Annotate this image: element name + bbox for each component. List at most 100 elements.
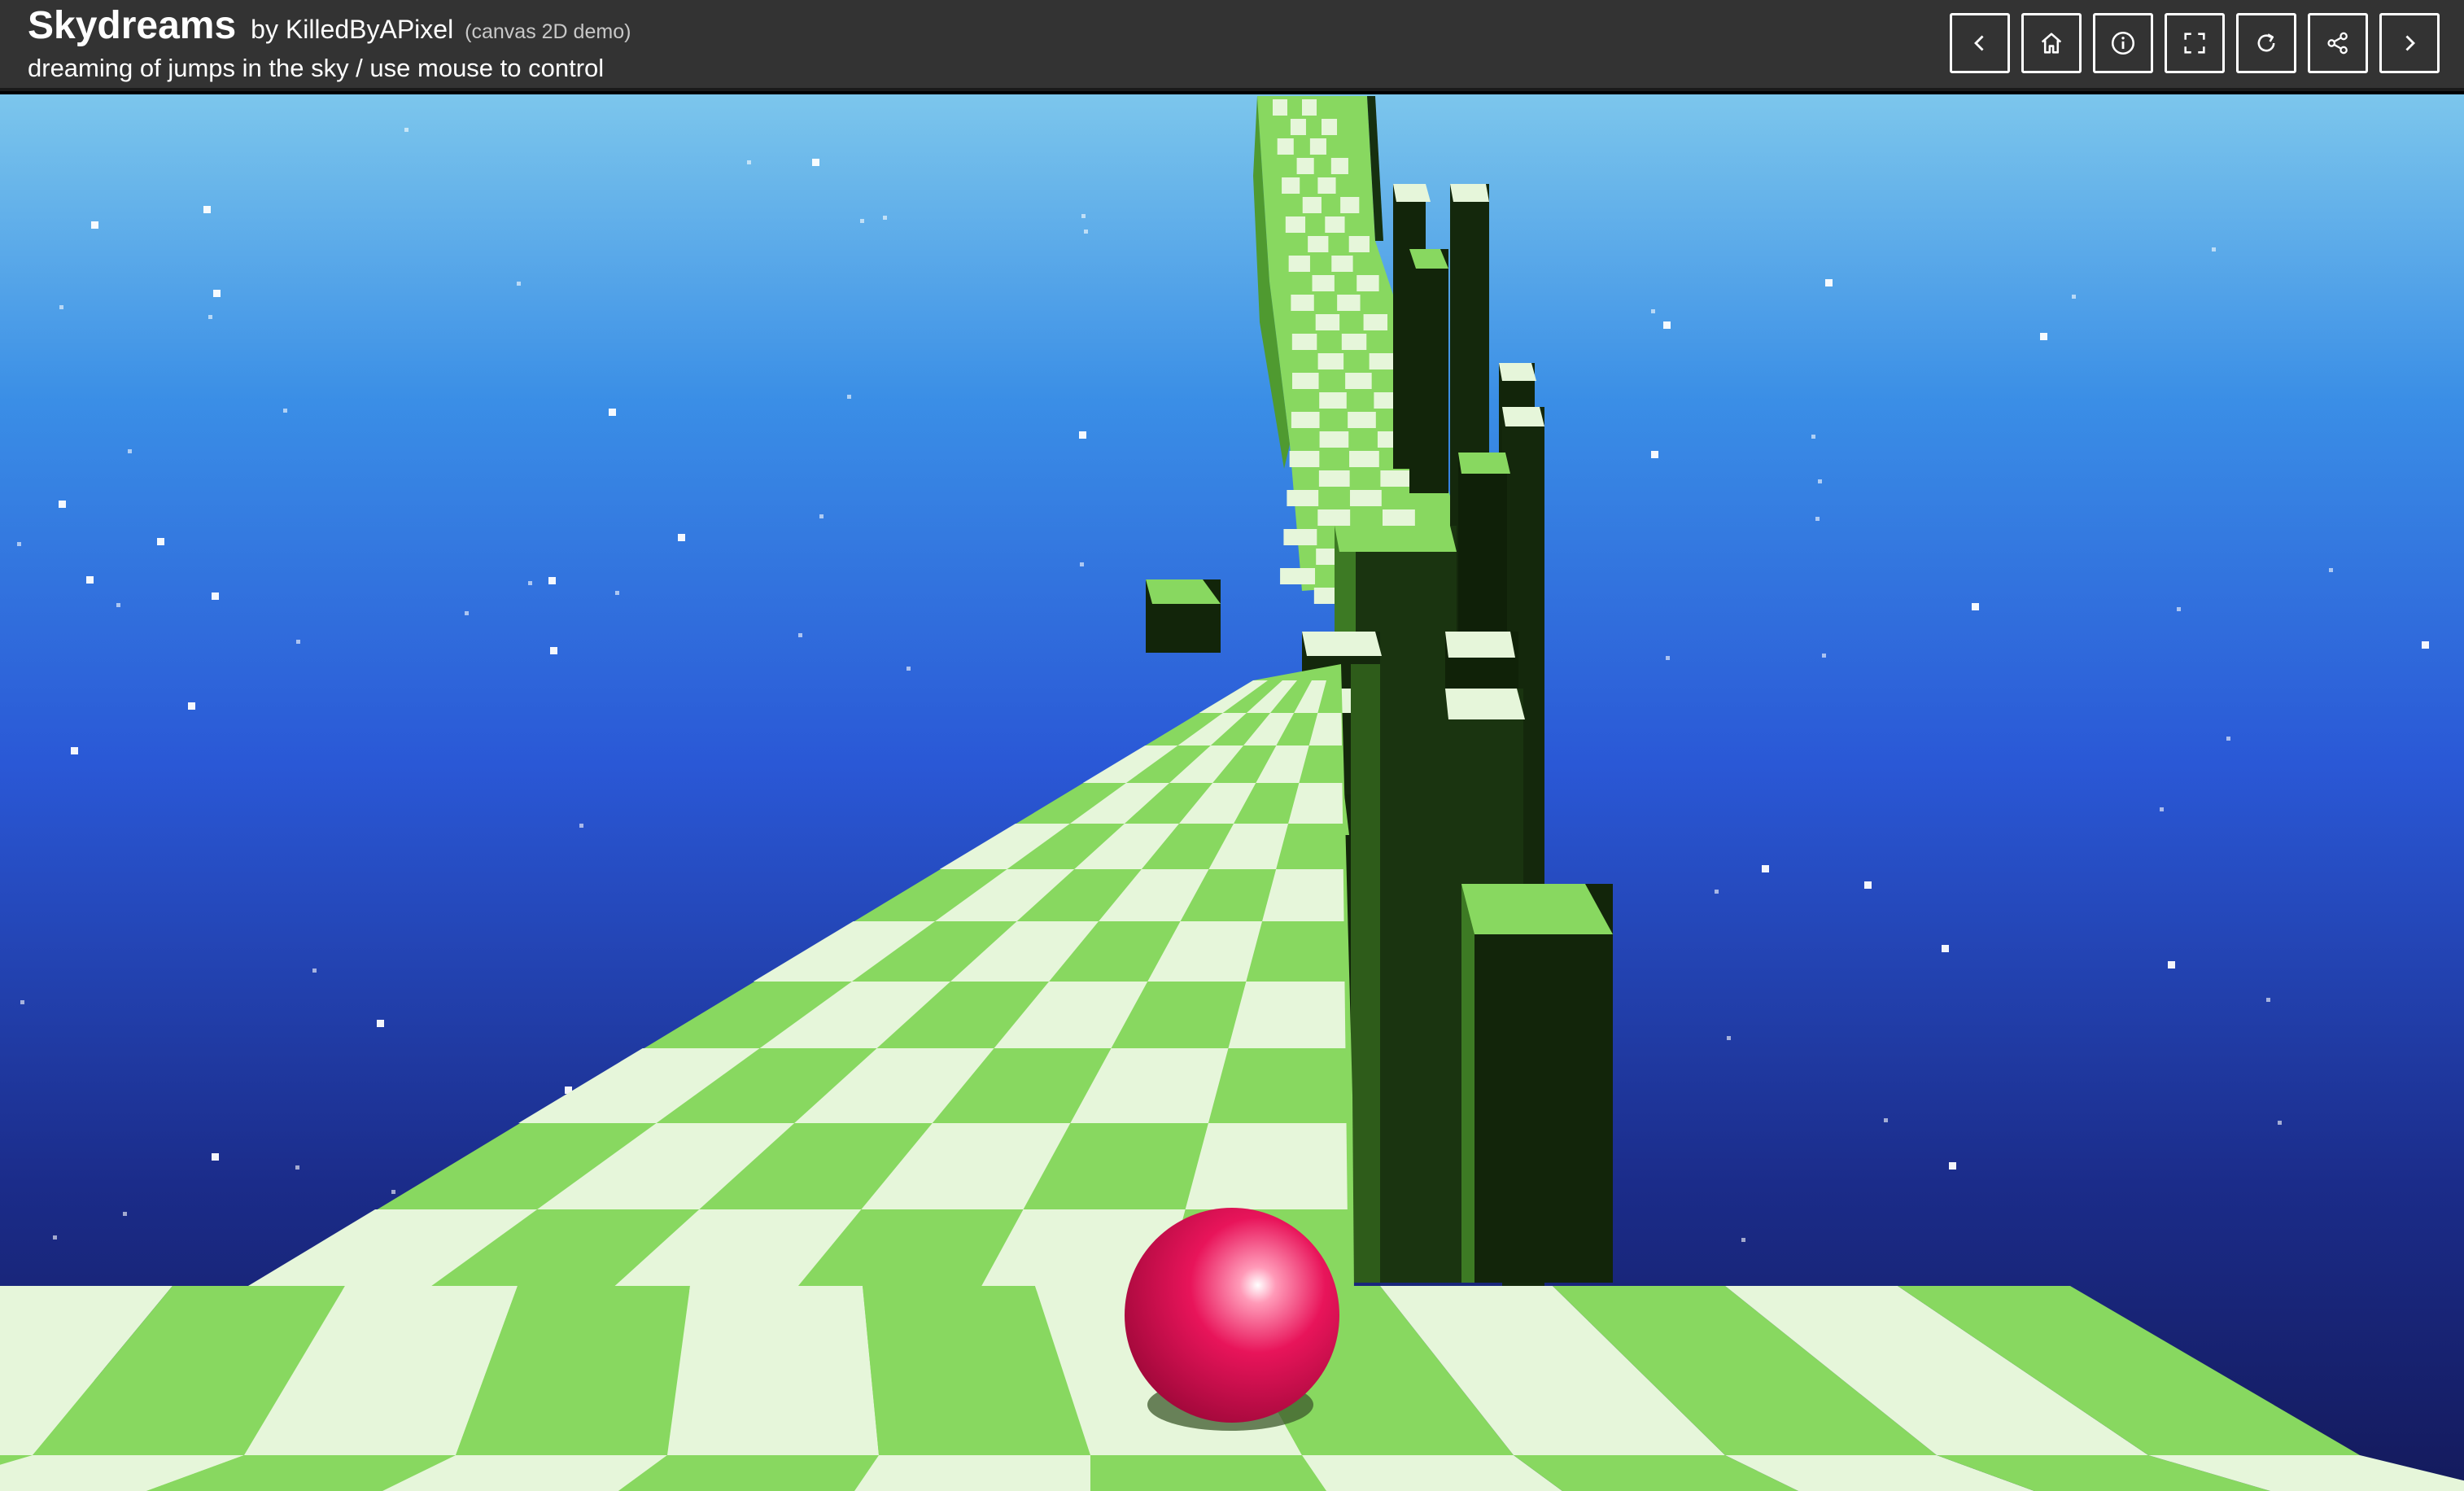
- star: [1864, 881, 1872, 889]
- star: [1651, 451, 1658, 458]
- star: [2177, 607, 2181, 611]
- header-bar: Skydreams by KilledByAPixel (canvas 2D dem…: [0, 0, 2464, 91]
- page-title: Skydreams: [28, 4, 237, 47]
- star: [1715, 890, 1719, 894]
- star: [1666, 656, 1670, 660]
- near-tile: [1228, 982, 1346, 1048]
- star: [812, 159, 819, 166]
- far-tile: [1302, 197, 1322, 213]
- star: [1084, 230, 1088, 234]
- game-canvas[interactable]: [0, 94, 2464, 1491]
- star: [1080, 562, 1084, 566]
- far-tile: [1273, 99, 1287, 116]
- star: [579, 824, 583, 828]
- star: [71, 747, 78, 754]
- far-tile: [1330, 158, 1348, 174]
- star: [404, 128, 408, 132]
- star: [203, 206, 211, 213]
- star: [188, 702, 195, 710]
- star: [1825, 279, 1833, 286]
- star: [91, 221, 98, 229]
- star: [1663, 321, 1671, 329]
- far-tile: [1319, 392, 1347, 409]
- far-tile: [1318, 470, 1350, 487]
- far-tile: [1285, 216, 1306, 233]
- far-tile: [1349, 490, 1382, 506]
- far-tile: [1291, 295, 1314, 311]
- far-tile: [1289, 451, 1320, 467]
- star: [548, 577, 556, 584]
- far-tile: [1280, 568, 1316, 584]
- prev-button[interactable]: [1950, 13, 2010, 73]
- floor-tile: [1090, 1455, 1326, 1491]
- far-tile: [1309, 138, 1326, 155]
- share-button[interactable]: [2308, 13, 2368, 73]
- star: [86, 576, 94, 584]
- star: [213, 290, 221, 297]
- star: [1818, 479, 1822, 483]
- far-tile: [1317, 353, 1344, 369]
- toolbar: [1950, 13, 2440, 73]
- reload-button[interactable]: [2236, 13, 2296, 73]
- star: [860, 219, 864, 223]
- star: [2266, 998, 2270, 1002]
- star: [517, 282, 521, 286]
- star: [208, 315, 212, 319]
- chevron-right-icon: [2405, 35, 2415, 51]
- info-button[interactable]: [2093, 13, 2153, 73]
- star: [59, 305, 63, 309]
- star: [212, 1153, 219, 1161]
- far-tile: [1340, 197, 1360, 213]
- star: [1822, 654, 1826, 658]
- far-tile: [1290, 119, 1306, 135]
- far-tile: [1291, 373, 1319, 389]
- far-tile: [1349, 451, 1379, 467]
- demo-tag: (canvas 2D demo): [465, 20, 631, 43]
- ball: [1125, 1208, 1339, 1431]
- next-button[interactable]: [2379, 13, 2440, 73]
- star: [17, 542, 21, 546]
- star: [2212, 247, 2216, 251]
- star: [20, 1000, 24, 1004]
- star: [2072, 295, 2076, 299]
- far-tile: [1337, 295, 1361, 311]
- far-tile: [1383, 509, 1415, 526]
- home-button[interactable]: [2021, 13, 2082, 73]
- share-icon: [2327, 32, 2348, 55]
- star: [1942, 945, 1949, 952]
- star: [283, 409, 287, 413]
- far-tile: [1348, 412, 1376, 428]
- far-tile: [1277, 138, 1294, 155]
- star: [157, 538, 164, 545]
- far-tile: [1369, 353, 1396, 369]
- star: [1079, 431, 1086, 439]
- info-icon: [2111, 31, 2135, 55]
- star: [59, 501, 66, 508]
- star: [1972, 603, 1979, 610]
- far-tile: [1282, 177, 1300, 194]
- star: [465, 611, 469, 615]
- fullscreen-icon: [2184, 33, 2205, 54]
- star: [53, 1235, 57, 1240]
- page-subtitle: dreaming of jumps in the sky / use mouse…: [28, 54, 605, 82]
- near-tile: [1262, 869, 1344, 921]
- star: [819, 514, 824, 518]
- star: [1811, 435, 1815, 439]
- star: [2226, 737, 2230, 741]
- chevron-left-icon: [1974, 35, 1984, 51]
- floor-tile: [667, 1286, 879, 1455]
- near-tile: [1185, 1123, 1348, 1209]
- far-tile: [1296, 158, 1314, 174]
- fullscreen-button[interactable]: [2165, 13, 2225, 73]
- star: [1741, 1238, 1745, 1242]
- star: [377, 1020, 384, 1027]
- star: [907, 667, 911, 671]
- far-tile: [1319, 431, 1349, 448]
- far-tile: [1317, 509, 1351, 526]
- far-tile: [1302, 99, 1317, 116]
- star: [1949, 1162, 1956, 1170]
- far-tile: [1380, 470, 1412, 487]
- far-tile: [1288, 256, 1310, 272]
- author-label: by KilledByAPixel: [251, 15, 454, 44]
- title-line: Skydreams by KilledByAPixel (canvas 2D dem…: [28, 3, 631, 48]
